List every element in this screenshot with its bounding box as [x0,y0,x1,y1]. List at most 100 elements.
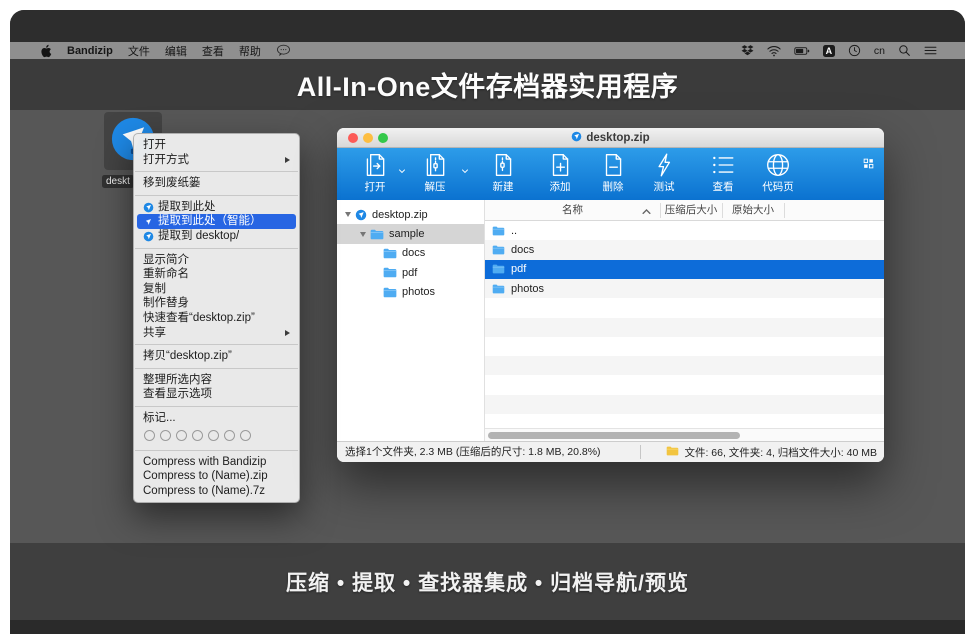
window-title-group: desktop.zip [337,128,884,148]
empty-row [485,337,884,356]
hero-title: All-In-One文件存档器实用程序 [297,65,679,104]
menubar-menu-帮助[interactable]: 帮助 [239,43,261,59]
dropbox-icon[interactable] [741,44,754,57]
context-menu-item[interactable]: 共享 [137,326,296,341]
window-titlebar[interactable]: desktop.zip [337,128,884,148]
context-menu: 打开打开方式移到废纸篓提取到此处提取到此处（智能）提取到 desktop/显示简… [133,133,300,503]
context-menu-item[interactable]: Compress to (Name).7z [137,484,296,499]
folder-icon [492,245,505,255]
context-menu-item[interactable]: 移到废纸篓 [137,176,296,191]
toolbar-button-添加[interactable]: 添加 [533,152,587,198]
speech-bubble-icon[interactable] [276,44,291,57]
folder-icon [383,248,397,259]
input-language-label[interactable]: cn [874,45,885,57]
tag-circle[interactable] [240,430,251,441]
footer-caption: 压缩 • 提取 • 查找器集成 • 归档导航/预览 [286,567,689,597]
tag-circle[interactable] [192,430,203,441]
toolbar-button-查看[interactable]: 查看 [696,152,750,198]
file-row-..[interactable]: .. [485,221,884,240]
chevron-down-icon[interactable] [396,165,408,177]
toolbar-button-删除[interactable]: 删除 [586,152,640,198]
menu-list-icon[interactable] [924,45,937,56]
context-menu-item[interactable]: 整理所选内容 [137,373,296,388]
tag-circle[interactable] [160,430,171,441]
tag-circle[interactable] [176,430,187,441]
disclosure-triangle-icon[interactable] [360,232,366,237]
status-bar: 选择1个文件夹, 2.3 MB (压缩后的尺寸: 1.8 MB, 20.8%) … [337,441,884,462]
toolbar-button-测试[interactable]: 测试 [637,152,691,198]
empty-row [485,395,884,414]
file-list-pane: 名称压缩后大小原始大小 ..docspdfphotos [485,200,884,441]
wifi-icon[interactable] [767,45,781,57]
clock-icon[interactable] [848,44,861,57]
context-menu-item[interactable]: 标记... [137,411,296,426]
context-menu-item[interactable]: 打开方式 [137,153,296,168]
apple-menu-icon[interactable] [40,44,52,58]
column-header-名称[interactable]: 名称 [485,200,660,220]
bottom-strip [10,620,965,634]
file-rows: ..docspdfphotos [485,221,884,428]
archive-folder-icon [666,446,679,459]
tag-circle[interactable] [144,430,155,441]
toolbar-button-代码页[interactable]: 代码页 [751,152,805,198]
context-menu-item[interactable]: 打开 [137,138,296,153]
context-menu-item[interactable]: 制作替身 [137,296,296,311]
context-menu-item[interactable]: 拷贝“desktop.zip” [137,349,296,364]
folder-icon [492,284,505,294]
context-menu-item[interactable]: Compress to (Name).zip [137,469,296,484]
menubar-menu-文件[interactable]: 文件 [128,43,150,59]
menu-separator [135,368,298,369]
tag-circle[interactable] [208,430,219,441]
chevron-down-icon[interactable] [459,165,471,177]
menu-separator [135,195,298,196]
menubar-app-name[interactable]: Bandizip [67,45,113,57]
view-icon [710,152,736,178]
context-menu-item[interactable]: 提取到此处（智能） [137,214,296,229]
search-icon[interactable] [898,44,911,57]
sort-asc-icon [642,206,651,218]
file-row-docs[interactable]: docs [485,240,884,259]
column-header-压缩后大小[interactable]: 压缩后大小 [660,200,722,220]
context-menu-item[interactable]: 提取到此处 [137,200,296,215]
tree-item-pdf[interactable]: pdf [337,263,484,282]
toolbar-button-新建[interactable]: 新建 [476,152,530,198]
menu-bar: Bandizip 文件编辑查看帮助 Acn [10,42,965,59]
tree-item-photos[interactable]: photos [337,283,484,302]
file-row-photos[interactable]: photos [485,279,884,298]
header-divider [660,203,661,218]
toolbar-button-解压[interactable]: 解压 [408,152,462,198]
empty-row [485,356,884,375]
column-header-原始大小[interactable]: 原始大小 [722,200,784,220]
empty-row [485,375,884,394]
menu-separator [135,406,298,407]
menu-separator [135,344,298,345]
delete-file-icon [600,152,626,178]
layout-grid-icon[interactable] [863,156,874,174]
context-menu-item[interactable]: 查看显示选项 [137,387,296,402]
tag-circle[interactable] [224,430,235,441]
context-menu-item[interactable]: 提取到 desktop/ [137,229,296,244]
window-title: desktop.zip [586,132,649,144]
input-a-icon[interactable]: A [823,45,835,57]
status-archive-text: 文件: 66, 文件夹: 4, 归档文件大小: 40 MB [684,445,877,460]
disclosure-triangle-icon[interactable] [345,212,351,217]
menubar-menu-编辑[interactable]: 编辑 [165,43,187,59]
tree-item-desktop.zip[interactable]: desktop.zip [337,205,484,224]
folder-icon [383,267,397,278]
folder-icon [383,287,397,298]
context-menu-item[interactable]: Compress with Bandizip [137,455,296,470]
archive-file-icon [571,131,582,145]
context-menu-item[interactable]: 复制 [137,282,296,297]
context-menu-item[interactable]: 重新命名 [137,267,296,282]
context-menu-item[interactable]: 快速查看“desktop.zip” [137,311,296,326]
toolbar-button-打开[interactable]: 打开 [348,152,402,198]
tree-item-sample[interactable]: sample [337,224,484,243]
bandizip-icon [143,231,154,242]
tree-item-docs[interactable]: docs [337,244,484,263]
scrollbar-thumb[interactable] [488,432,740,439]
horizontal-scrollbar[interactable] [485,428,884,441]
context-menu-item[interactable]: 显示简介 [137,253,296,268]
file-row-pdf[interactable]: pdf [485,260,884,279]
menubar-menu-查看[interactable]: 查看 [202,43,224,59]
battery-icon[interactable] [794,45,810,57]
